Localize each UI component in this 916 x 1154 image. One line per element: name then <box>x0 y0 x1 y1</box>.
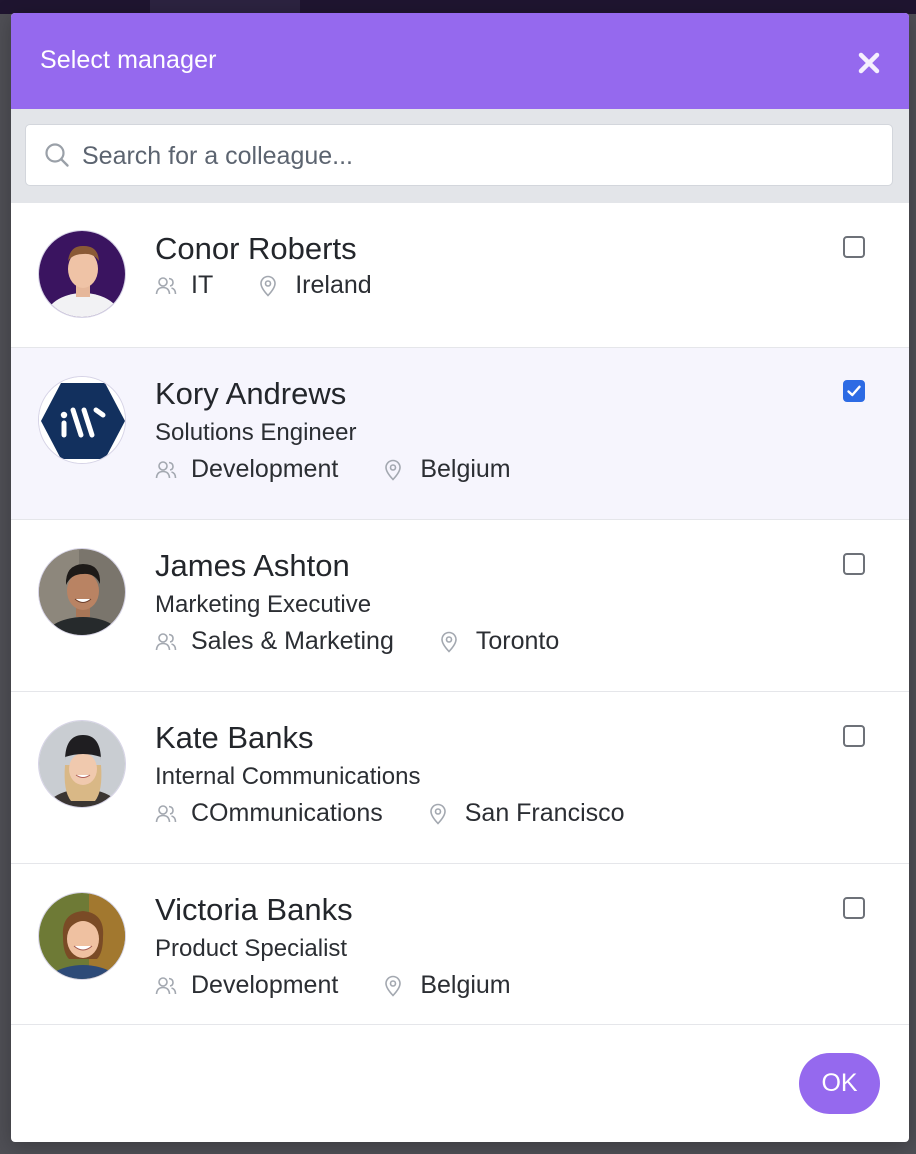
select-checkbox[interactable] <box>843 725 865 747</box>
users-icon <box>155 804 177 822</box>
avatar <box>38 720 126 808</box>
person-location: San Francisco <box>464 799 625 827</box>
person-name: Kory Andrews <box>155 376 347 411</box>
location-pin-icon <box>260 275 277 297</box>
person-department: COmmunications <box>191 799 383 827</box>
avatar <box>38 892 126 980</box>
people-list: Conor Roberts IT Ireland Kory Andrews So… <box>11 203 909 1025</box>
background-tab <box>150 0 300 14</box>
person-meta: Development Belgium <box>155 455 511 484</box>
users-icon <box>155 976 177 994</box>
person-location: Ireland <box>295 271 372 299</box>
person-role: Internal Communications <box>155 763 421 790</box>
person-meta: Development Belgium <box>155 971 511 1000</box>
person-department: IT <box>191 271 214 299</box>
select-manager-dialog: Select manager Search for a colleague...… <box>11 13 909 1142</box>
avatar <box>38 376 126 464</box>
person-name: Victoria Banks <box>155 892 353 927</box>
dialog-title: Select manager <box>40 46 217 74</box>
users-icon <box>155 460 177 478</box>
close-icon <box>858 52 880 74</box>
dialog-header: Select manager <box>11 13 909 109</box>
person-location: Belgium <box>420 971 511 999</box>
search-icon <box>45 143 69 167</box>
person-department: Development <box>191 971 339 999</box>
search-input[interactable] <box>80 135 874 177</box>
location-pin-icon <box>385 975 402 997</box>
avatar <box>38 230 126 318</box>
list-item[interactable]: Victoria Banks Product Specialist Develo… <box>11 864 909 1025</box>
list-item[interactable]: Kory Andrews Solutions Engineer Developm… <box>11 348 909 520</box>
select-checkbox[interactable] <box>843 553 865 575</box>
person-name: Kate Banks <box>155 720 314 755</box>
person-department: Sales & Marketing <box>191 627 394 655</box>
person-location: Belgium <box>420 455 511 483</box>
avatar <box>38 548 126 636</box>
checkmark-icon <box>847 385 861 397</box>
select-checkbox[interactable] <box>843 236 865 258</box>
search-field[interactable] <box>25 124 893 186</box>
person-role: Marketing Executive <box>155 591 372 618</box>
person-meta: Sales & Marketing Toronto <box>155 627 559 656</box>
location-pin-icon <box>429 803 446 825</box>
select-checkbox[interactable] <box>843 380 865 402</box>
ok-button[interactable]: OK <box>799 1053 880 1114</box>
users-icon <box>155 632 177 650</box>
location-pin-icon <box>385 459 402 481</box>
select-checkbox[interactable] <box>843 897 865 919</box>
list-item[interactable]: Kate Banks Internal Communications COmmu… <box>11 692 909 864</box>
location-pin-icon <box>441 631 457 653</box>
person-name: James Ashton <box>155 548 350 583</box>
close-button[interactable] <box>857 51 881 75</box>
person-meta: COmmunications San Francisco <box>155 799 625 828</box>
person-meta: IT Ireland <box>155 271 372 300</box>
background-app-bar <box>0 0 916 14</box>
list-item[interactable]: James Ashton Marketing Executive Sales &… <box>11 520 909 692</box>
list-item[interactable]: Conor Roberts IT Ireland <box>11 203 909 348</box>
person-location: Toronto <box>475 627 560 655</box>
users-icon <box>155 276 177 294</box>
dialog-footer: OK <box>11 1024 909 1142</box>
person-name: Conor Roberts <box>155 231 357 266</box>
person-role: Product Specialist <box>155 935 348 962</box>
person-department: Development <box>191 455 339 483</box>
search-area <box>11 109 909 203</box>
person-role: Solutions Engineer <box>155 419 357 446</box>
